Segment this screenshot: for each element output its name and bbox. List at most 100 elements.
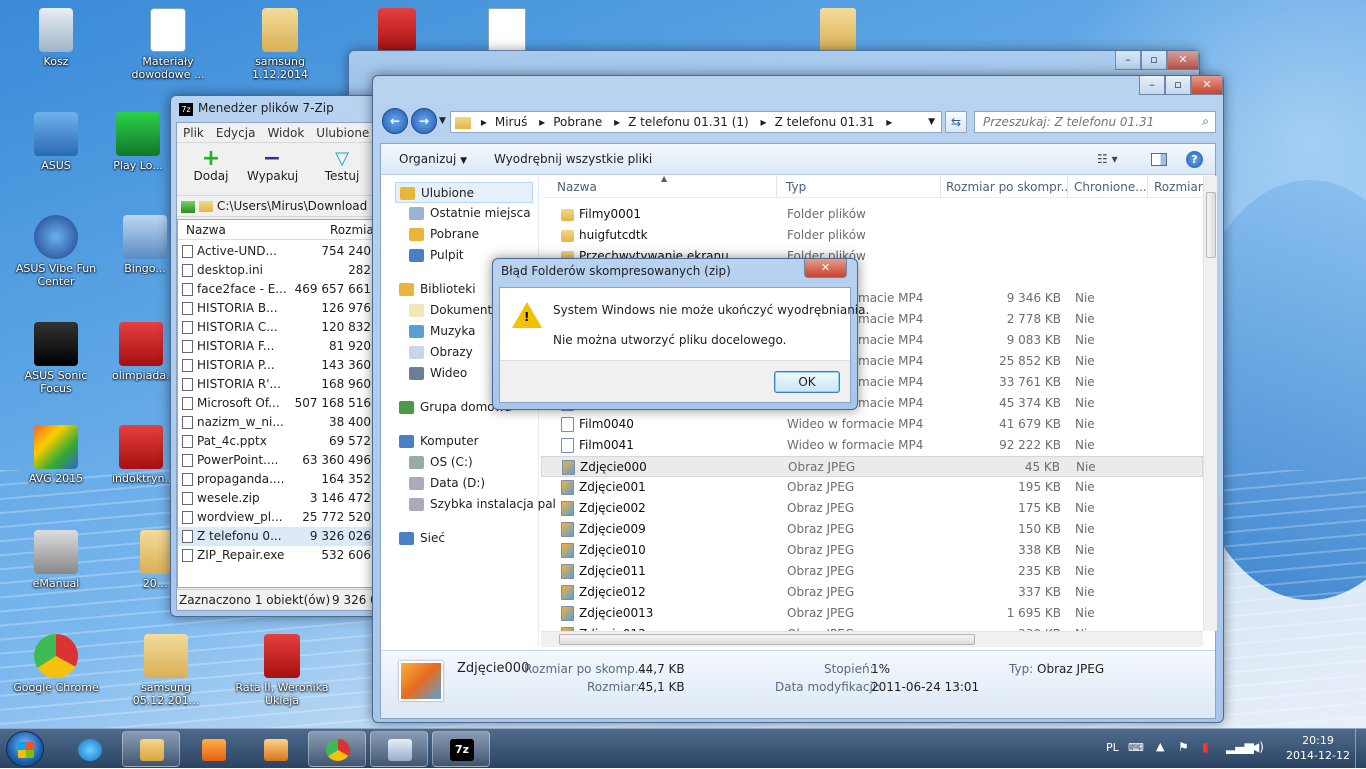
nav-item[interactable]: Obrazy (409, 342, 473, 363)
file-row[interactable]: Filmy0001 Folder plików (541, 204, 1203, 225)
maximize-button[interactable]: ▫ (1141, 51, 1167, 70)
breadcrumb-downloads[interactable]: Pobrane (553, 115, 602, 129)
desktop-icon-play[interactable]: Play Lo... (108, 112, 168, 172)
maximize-button[interactable]: ▫ (1165, 76, 1191, 95)
col-compressed[interactable]: Rozmiar po skompr... (946, 176, 1068, 198)
zip-file-row[interactable]: HISTORIA R'... 168 960 (178, 375, 375, 394)
organize-button[interactable]: Organizuj ▼ (399, 144, 467, 176)
zip-file-row[interactable]: HISTORIA B... 126 976 (178, 299, 375, 318)
file-row[interactable]: Zdjęcie009 Obraz JPEG 150 KB Nie (541, 519, 1203, 540)
search-input[interactable] (975, 112, 1185, 131)
ok-button[interactable]: OK (774, 371, 840, 393)
hscroll-thumb[interactable] (559, 634, 975, 645)
error-dialog[interactable]: Błąd Folderów skompresowanych (zip) ✕ ! … (492, 258, 869, 410)
file-row[interactable]: Zdjęcie001 Obraz JPEG 195 KB Nie (541, 477, 1203, 498)
menu-edit[interactable]: Edycja (216, 126, 256, 140)
dialog-close-button[interactable]: ✕ (804, 259, 847, 278)
zip-file-row[interactable]: HISTORIA F... 81 920 (178, 337, 375, 356)
forward-button[interactable]: → (411, 108, 437, 134)
action-center-flag-icon[interactable]: ⚑ (1178, 740, 1189, 754)
search-icon[interactable]: ⌕ (1202, 114, 1209, 129)
file-row[interactable]: Zdjęcie000 Obraz JPEG 45 KB Nie (541, 456, 1203, 477)
taskbar-keyboard-app[interactable] (370, 731, 428, 767)
taskbar-installer[interactable] (246, 731, 304, 767)
zip-file-row[interactable]: face2face - E... 469 657 661 (178, 280, 375, 299)
breadcrumb-current[interactable]: Z telefonu 01.31 (775, 115, 875, 129)
taskbar-explorer[interactable] (122, 731, 180, 767)
col-type[interactable]: Typ (786, 176, 941, 198)
address-bar[interactable]: ▸ Miruś ▸ Pobrane ▸ Z telefonu 01.31 (1) ▸ Z… (450, 111, 942, 133)
close-button[interactable]: ✕ (1167, 51, 1199, 70)
desktop-icon-bingo[interactable]: Bingo... (120, 215, 170, 275)
minimize-button[interactable]: – (1115, 51, 1141, 70)
file-row[interactable]: huigfutcdtk Folder plików (541, 225, 1203, 246)
menu-file[interactable]: Plik (183, 126, 204, 140)
file-row[interactable]: Zdjęcie011 Obraz JPEG 235 KB Nie (541, 561, 1203, 582)
file-row[interactable]: Zdjęcie010 Obraz JPEG 338 KB Nie (541, 540, 1203, 561)
desktop-icon-recycle-bin[interactable]: Kosz (8, 8, 104, 68)
nav-item[interactable]: Szybka instalacja pal (409, 494, 556, 515)
show-hidden-icons[interactable]: ▲ (1156, 740, 1164, 753)
desktop-icon-sonic[interactable]: ASUS Sonic Focus (8, 322, 104, 395)
nav-item[interactable]: Komputer (399, 431, 479, 452)
nav-item[interactable]: Pobrane (409, 224, 479, 245)
zip-file-row[interactable]: HISTORIA C... 120 832 (178, 318, 375, 337)
preview-pane-icon[interactable] (1151, 153, 1167, 166)
desktop-icon-vibe[interactable]: ASUS Vibe Fun Center (8, 215, 104, 288)
zip-file-row[interactable]: nazizm_w_ni... 38 400 (178, 413, 375, 432)
pdf-file-icon[interactable] (378, 8, 416, 52)
desktop-icon-emanual[interactable]: eManual (8, 530, 104, 590)
col-protected[interactable]: Chronione... (1074, 176, 1148, 198)
nav-item[interactable]: Pulpit (409, 245, 464, 266)
up-folder-icon[interactable] (181, 200, 195, 213)
zip-file-row[interactable]: Z telefonu 0... 9 326 026 (178, 527, 375, 546)
add-button[interactable]: + Dodaj (191, 148, 231, 184)
language-indicator[interactable]: PL (1106, 741, 1119, 754)
zip-file-row[interactable]: Microsoft Of... 507 168 516 (178, 394, 375, 413)
desktop-icon-rata[interactable]: Rata II, Weronika Ukleja (234, 634, 330, 707)
file-row[interactable]: Film0040 Wideo w formacie MP4 41 679 KB Nie (541, 414, 1203, 435)
file-row[interactable]: Zdjęcie012 Obraz JPEG 337 KB Nie (541, 582, 1203, 603)
zip-file-row[interactable]: Pat_4c.pptx 69 572 (178, 432, 375, 451)
nav-item[interactable]: Ostatnie miejsca (409, 203, 531, 224)
horizontal-scrollbar[interactable] (541, 631, 1203, 647)
taskbar-ie[interactable] (60, 731, 118, 767)
col-name[interactable]: Nazwa (186, 220, 226, 240)
taskbar-media-player[interactable] (184, 731, 242, 767)
address-dropdown-icon[interactable]: ▼ (928, 112, 935, 132)
zip-folder-icon[interactable] (820, 8, 856, 52)
zip-file-row[interactable]: HISTORIA P... 143 360 (178, 356, 375, 375)
taskbar-chrome[interactable] (308, 731, 366, 767)
excel-file-icon[interactable] (488, 8, 526, 52)
menu-view[interactable]: Widok (267, 126, 304, 140)
battery-icon[interactable]: ▮ (1202, 740, 1209, 754)
desktop-icon-asus[interactable]: ASUS (8, 112, 104, 172)
view-options-icon[interactable]: ☷ ▾ (1097, 144, 1118, 174)
desktop-icon-samsung-1[interactable]: samsung 1.12.2014 (232, 8, 328, 81)
zip-file-row[interactable]: desktop.ini 282 (178, 261, 375, 280)
nav-item[interactable]: Sieć (399, 528, 445, 549)
desktop-icon-olimpiada[interactable]: olimpiada... (112, 322, 170, 382)
file-row[interactable]: Zdjęcie0013 Obraz JPEG 1 695 KB Nie (541, 603, 1203, 624)
help-icon[interactable]: ? (1186, 151, 1203, 168)
nav-item[interactable]: Wideo (409, 363, 467, 384)
desktop-icon-avg[interactable]: AVG 2015 (8, 425, 104, 485)
nav-item[interactable]: Dokumenty (409, 300, 499, 321)
zip-file-row[interactable]: wordview_pl... 25 772 520 (178, 508, 375, 527)
col-size[interactable]: Rozmiar (330, 220, 376, 240)
taskbar-7zip[interactable]: 7z (432, 731, 490, 767)
col-size[interactable]: Rozmiar (1154, 176, 1203, 198)
desktop-icon-samsung-05[interactable]: samsung 05.12.201... (118, 634, 214, 707)
scroll-thumb[interactable] (1206, 192, 1216, 258)
nav-item[interactable]: Data (D:) (409, 473, 485, 494)
extract-button[interactable]: − Wypakuj (247, 148, 298, 184)
show-desktop-button[interactable] (1355, 729, 1366, 769)
desktop-icon-materialy[interactable]: Materiały dowodowe ... (120, 8, 216, 81)
desktop-icon-chrome[interactable]: Google Chrome (8, 634, 104, 694)
minimize-button[interactable]: – (1139, 76, 1165, 95)
nav-item[interactable]: Biblioteki (399, 279, 476, 300)
menu-favorites[interactable]: Ulubione (316, 126, 369, 140)
nav-item[interactable]: OS (C:) (409, 452, 473, 473)
breadcrumb-zip[interactable]: Z telefonu 01.31 (1) (628, 115, 749, 129)
zip-file-row[interactable]: PowerPoint.... 63 360 496 (178, 451, 375, 470)
